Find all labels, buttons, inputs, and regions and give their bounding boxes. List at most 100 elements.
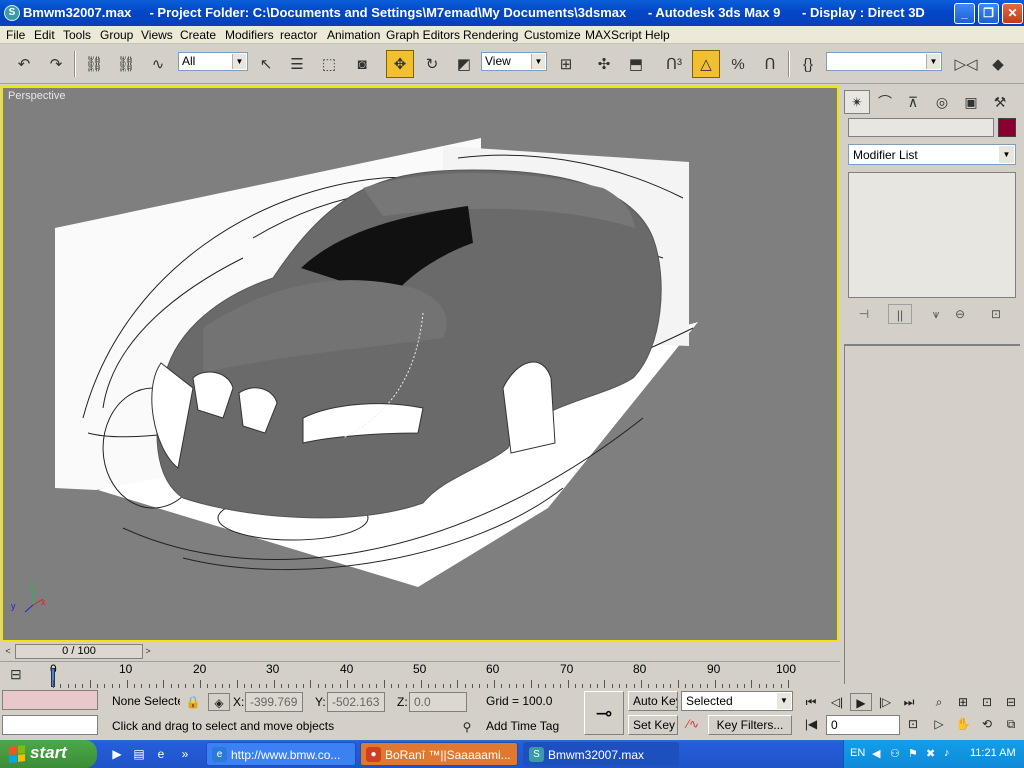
menu-tools[interactable]: Tools: [63, 28, 91, 42]
quick-launch-overflow-icon[interactable]: »: [176, 745, 194, 763]
menu-rendering[interactable]: Rendering: [463, 28, 518, 42]
internet-explorer-icon[interactable]: e: [152, 745, 170, 763]
key-mode-dropdown[interactable]: Selected ▼: [681, 691, 793, 711]
menu-customize[interactable]: Customize: [524, 28, 581, 42]
task-messenger[interactable]: ● BoRanî ™||Saaaaami...: [360, 742, 518, 766]
curve-editor-mini-icon[interactable]: ⊟: [10, 666, 22, 683]
configure-modifier-sets-icon[interactable]: ⊡: [984, 304, 1008, 324]
zoom-icon[interactable]: ⌕: [928, 693, 950, 711]
menu-help[interactable]: Help: [645, 28, 670, 42]
menu-views[interactable]: Views: [141, 28, 173, 42]
previous-frame-icon[interactable]: ◁|: [826, 693, 848, 711]
zoom-extents-icon[interactable]: ⊡: [976, 693, 998, 711]
menu-reactor[interactable]: reactor: [280, 28, 317, 42]
spinner-snap-toggle-icon[interactable]: Ո: [756, 50, 784, 78]
create-tab-icon[interactable]: ✴: [844, 90, 870, 114]
default-in-out-tangents-icon[interactable]: ⁄∿: [682, 715, 704, 733]
keyboard-shortcut-override-icon[interactable]: ⬒: [622, 50, 650, 78]
key-mode-toggle-icon[interactable]: |◀: [800, 715, 822, 733]
reference-coordinate-dropdown[interactable]: View ▼: [481, 52, 547, 71]
redo-icon[interactable]: ↷: [42, 50, 70, 78]
language-indicator[interactable]: EN: [850, 747, 865, 759]
selection-filter-dropdown[interactable]: All ▼: [178, 52, 248, 71]
menu-maxscript[interactable]: MAXScript: [585, 28, 642, 42]
messenger-tray-icon[interactable]: ⚑: [908, 747, 918, 760]
network-icon[interactable]: ⚇: [890, 747, 900, 760]
zoom-all-icon[interactable]: ⊞: [952, 693, 974, 711]
motion-tab-icon[interactable]: ◎: [929, 90, 955, 114]
task-3dsmax[interactable]: S Bmwm32007.max: [523, 742, 679, 766]
pin-stack-icon[interactable]: ⊣: [852, 304, 876, 324]
hierarchy-tab-icon[interactable]: ⊼: [900, 90, 926, 114]
rectangular-selection-icon[interactable]: ⬚: [315, 50, 343, 78]
track-bar[interactable]: ⊟ 0 10 20 30 40 50 60 70 80 90 100: [0, 661, 840, 688]
edit-named-selection-icon[interactable]: {}: [794, 50, 822, 78]
time-slider-prev-icon[interactable]: <: [2, 644, 14, 659]
menu-graph-editors[interactable]: Graph Editors: [386, 28, 460, 42]
snaps-toggle-icon[interactable]: Ո³: [660, 50, 688, 78]
pan-view-icon[interactable]: ✋: [952, 715, 974, 733]
key-filters-button[interactable]: Key Filters...: [708, 715, 792, 735]
menu-create[interactable]: Create: [180, 28, 216, 42]
absolute-mode-transform-icon[interactable]: ◈: [208, 693, 230, 711]
volume-icon[interactable]: ♪: [944, 747, 950, 759]
select-by-name-icon[interactable]: ☰: [283, 50, 311, 78]
utilities-tab-icon[interactable]: ⚒: [987, 90, 1013, 114]
show-desktop-icon[interactable]: ▤: [130, 745, 148, 763]
select-and-rotate-icon[interactable]: ↻: [418, 50, 446, 78]
maximize-button[interactable]: ❐: [978, 3, 999, 24]
task-browser[interactable]: e http://www.bmw.co...: [206, 742, 356, 766]
set-keys-key-icon[interactable]: ⊸: [584, 691, 624, 735]
percent-snap-toggle-icon[interactable]: %: [724, 50, 752, 78]
viewport-scene[interactable]: [3, 88, 837, 640]
time-tag-icon[interactable]: ⚲: [456, 718, 478, 736]
tray-expand-icon[interactable]: ◀: [872, 747, 880, 760]
bind-to-space-warp-icon[interactable]: ∿: [144, 50, 172, 78]
make-unique-icon[interactable]: ⩛: [924, 304, 948, 324]
y-coordinate-field[interactable]: -502.163: [327, 692, 385, 712]
time-configuration-icon[interactable]: ⊡: [902, 715, 924, 733]
viewport-label[interactable]: Perspective: [8, 90, 65, 102]
object-color-swatch[interactable]: [998, 118, 1016, 137]
menu-modifiers[interactable]: Modifiers: [225, 28, 274, 42]
minimize-button[interactable]: _: [954, 3, 975, 24]
show-end-result-icon[interactable]: ||: [888, 304, 912, 324]
maxscript-listener-input[interactable]: [2, 715, 98, 735]
zoom-extents-all-icon[interactable]: ⊟: [1000, 693, 1022, 711]
perspective-viewport[interactable]: Perspective z x y: [1, 86, 839, 642]
unlink-selection-icon[interactable]: ⛓: [112, 50, 140, 78]
selection-lock-icon[interactable]: 🔒: [182, 693, 204, 711]
3dsmax-app-icon[interactable]: S: [4, 5, 20, 21]
object-name-field[interactable]: [848, 118, 994, 137]
add-time-tag-button[interactable]: Add Time Tag: [482, 716, 578, 736]
select-and-move-icon[interactable]: ✥: [386, 50, 414, 78]
time-slider-next-icon[interactable]: >: [142, 644, 154, 659]
modifier-stack[interactable]: [848, 172, 1016, 298]
antivirus-tray-icon[interactable]: ✖: [926, 747, 935, 760]
close-button[interactable]: ✕: [1002, 3, 1023, 24]
menu-animation[interactable]: Animation: [327, 28, 380, 42]
window-crossing-icon[interactable]: ◙: [348, 50, 376, 78]
mirror-icon[interactable]: ▷◁: [952, 50, 980, 78]
select-and-link-icon[interactable]: ⛓: [80, 50, 108, 78]
maxscript-listener-mini[interactable]: [2, 690, 98, 710]
field-of-view-icon[interactable]: ▷: [928, 715, 950, 733]
menu-edit[interactable]: Edit: [34, 28, 55, 42]
auto-key-button[interactable]: Auto Key: [628, 691, 678, 711]
x-coordinate-field[interactable]: -399.769: [245, 692, 303, 712]
remove-modifier-icon[interactable]: ⊖: [948, 304, 972, 324]
select-and-manipulate-icon[interactable]: ✣: [590, 50, 618, 78]
named-selection-dropdown[interactable]: ▼: [826, 52, 942, 71]
go-to-start-icon[interactable]: ⏮: [800, 693, 822, 711]
next-frame-icon[interactable]: |▷: [874, 693, 896, 711]
angle-snap-toggle-icon[interactable]: △: [692, 50, 720, 78]
select-object-icon[interactable]: ↖: [252, 50, 280, 78]
modifier-list-dropdown[interactable]: Modifier List ▼: [848, 144, 1016, 165]
display-tab-icon[interactable]: ▣: [958, 90, 984, 114]
z-coordinate-field[interactable]: 0.0: [409, 692, 467, 712]
play-animation-icon[interactable]: ▶: [850, 693, 872, 711]
maximize-viewport-icon[interactable]: ⧉: [1000, 715, 1022, 733]
media-player-icon[interactable]: ▶: [108, 745, 126, 763]
select-and-scale-icon[interactable]: ◩: [450, 50, 478, 78]
start-button[interactable]: start: [0, 740, 97, 768]
